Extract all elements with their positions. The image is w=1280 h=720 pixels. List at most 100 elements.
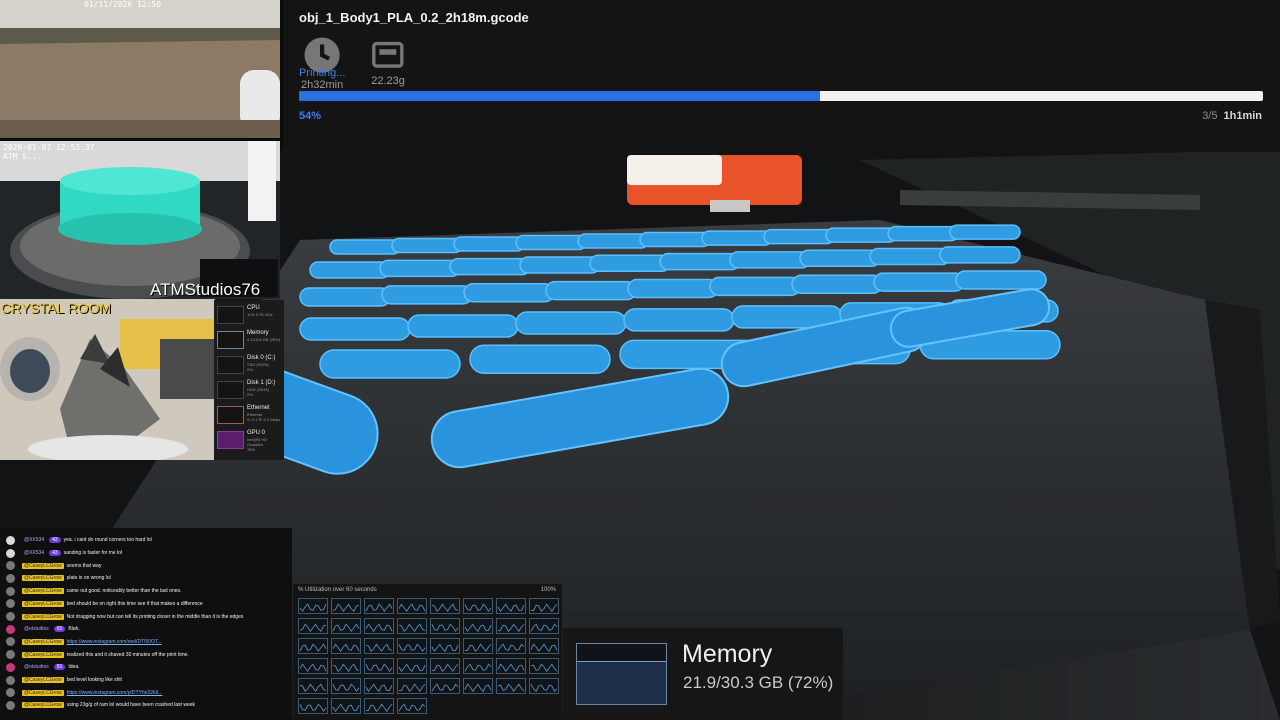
- cpu-core-line: [332, 623, 360, 633]
- cpu-core-graph: [430, 618, 460, 634]
- avatar[interactable]: [6, 700, 15, 710]
- cpu-core-graph: [496, 638, 526, 654]
- chat-username[interactable]: @CaseyLCGrow: [22, 588, 64, 595]
- cpu-core-graph: [529, 598, 559, 614]
- printed-tag: [463, 282, 555, 303]
- memory-value: 21.9/30.3 GB (72%): [683, 673, 834, 692]
- avatar[interactable]: [6, 548, 15, 558]
- cpu-core-line: [332, 643, 360, 653]
- chat-message: @CaseyLCGrow https://www.instagram.com/p/…: [0, 686, 292, 699]
- stream-layout: obj_1_Body1_PLA_0.2_2h18m.gcode 2h32min …: [0, 0, 1280, 720]
- chat-username[interactable]: @olstudios: [22, 626, 51, 632]
- tm-item-ethernet[interactable]: Ethernet Ethernet S: 3.1 R: 0.1 Mbps: [216, 404, 284, 428]
- chat-username[interactable]: @CaseyLCGrow: [22, 600, 64, 607]
- cpu-core-line: [365, 643, 393, 653]
- cpu-core-graph: [463, 638, 493, 654]
- printer-camera-timestamp: 2026-01-07 12:53:37 ATM S...: [3, 143, 95, 161]
- avatar[interactable]: [6, 535, 15, 545]
- chat-text: yea. i cant do round corners too hard lo…: [63, 537, 152, 544]
- cpu-core-line: [332, 683, 360, 693]
- chat-text: seems that way: [66, 562, 102, 569]
- chat-username[interactable]: @CaseyLCGrow: [22, 702, 64, 709]
- chat-link[interactable]: https://www.instagram.com/reel/DTI50OT..…: [67, 639, 162, 645]
- chat-username[interactable]: @CaseyLCGrow: [22, 562, 64, 569]
- cpu-core-graph: [529, 638, 559, 654]
- printed-tag: [709, 276, 801, 297]
- chat-username[interactable]: @olstudios: [22, 664, 51, 670]
- cpu-graph-header: % Utilization over 60 seconds: [298, 587, 377, 593]
- cpu-core-graph: [298, 658, 328, 674]
- time-remaining: 1h1min: [1223, 110, 1262, 122]
- channel-brand: ATMStudios76: [150, 280, 261, 299]
- avatar[interactable]: [6, 624, 15, 634]
- cpu-core-graph: [397, 618, 427, 634]
- task-manager-sidebar: CPU 11% 3.76 GHz Memory 4.1/15.8 GB (26%…: [214, 300, 284, 460]
- cpu-core-graph: [397, 698, 427, 714]
- printed-tag: [407, 314, 519, 338]
- avatar[interactable]: [6, 637, 15, 647]
- printed-tag: [939, 246, 1021, 264]
- chat-username[interactable]: @CaseyLCGrow: [22, 613, 64, 620]
- print-meta: 2h32min 22.23g: [301, 34, 405, 91]
- cpu-core-line: [464, 643, 492, 653]
- live-chat: @XX534 43 yea. i cant do round corners too…: [0, 528, 292, 720]
- avatar[interactable]: [6, 675, 15, 685]
- avatar[interactable]: [6, 612, 15, 622]
- printed-tag: [379, 259, 461, 278]
- printed-tag: [469, 344, 611, 374]
- cpu-core-graph: [331, 598, 361, 614]
- cpu-core-line: [299, 603, 327, 613]
- printed-tag: [639, 231, 711, 248]
- cpu-core-line: [464, 663, 492, 672]
- printed-tag: [799, 249, 881, 267]
- avatar[interactable]: [6, 586, 15, 596]
- cpu-core-graph: [397, 658, 427, 674]
- cpu-core-graph: [463, 598, 493, 614]
- cpu-core-line: [431, 603, 459, 613]
- chat-username[interactable]: @CaseyLCGrow: [22, 689, 64, 696]
- tm-item-disk1[interactable]: Disk 1 (D:) HDD (SATA) 0%: [216, 379, 284, 403]
- disk0-thumbnail: [217, 356, 244, 374]
- chat-link[interactable]: https://www.instagram.com/p/DTYhn22k9...: [67, 690, 163, 696]
- cpu-core-line: [332, 663, 360, 673]
- cpu-core-graph: [298, 618, 328, 634]
- cpu-core-line: [299, 623, 327, 633]
- tm-item-gpu[interactable]: GPU 0 Intel(R) HD Graphics 78%: [216, 429, 284, 453]
- member-badge: 81: [53, 664, 66, 671]
- chat-username[interactable]: @CaseyLCGrow: [22, 575, 64, 582]
- tm-item-cpu[interactable]: CPU 11% 3.76 GHz: [216, 304, 284, 328]
- cpu-core-line: [365, 703, 393, 713]
- chat-text: realized this and it shaved 30 minutes o…: [66, 651, 189, 658]
- chat-text: plate is on wrong lol: [66, 575, 111, 582]
- avatar[interactable]: [6, 688, 15, 698]
- yard-camera-timestamp: 01/11/2026 12:50: [84, 0, 162, 9]
- avatar[interactable]: [6, 573, 15, 583]
- cpu-core-graph: [430, 658, 460, 674]
- printed-tag: [887, 225, 959, 242]
- cpu-core-line: [464, 603, 492, 613]
- cpu-core-graph: [364, 638, 394, 654]
- chat-username[interactable]: @CaseyLCGrow: [22, 677, 64, 684]
- member-badge: 43: [49, 537, 61, 544]
- tm-item-disk0[interactable]: Disk 0 (C:) SSD (SATA) 0%: [216, 354, 284, 378]
- cpu-core-graph: [529, 658, 559, 674]
- printed-tag: [299, 317, 411, 341]
- tm-item-memory[interactable]: Memory 4.1/15.8 GB (26%): [216, 329, 284, 353]
- chat-username[interactable]: @CaseyLCGrow: [22, 638, 64, 645]
- print-status: Printing...: [299, 67, 346, 79]
- avatar[interactable]: [6, 599, 15, 609]
- printed-tag: [515, 311, 627, 335]
- chat-username[interactable]: @CaseyLCGrow: [22, 651, 64, 658]
- cpu-core-line: [497, 603, 525, 613]
- avatar[interactable]: [6, 561, 15, 571]
- avatar[interactable]: [6, 662, 15, 672]
- cpu-core-graph: [463, 658, 493, 674]
- avatar[interactable]: [6, 650, 15, 660]
- chat-message: @olstudios 81 Blah.: [0, 623, 292, 636]
- chat-username[interactable]: @XX534: [22, 537, 46, 543]
- printed-tag: [955, 270, 1047, 290]
- cpu-core-line: [530, 643, 558, 653]
- cpu-core-line: [299, 643, 327, 653]
- crystal-scene: [0, 299, 215, 460]
- chat-username[interactable]: @XX534: [22, 550, 46, 556]
